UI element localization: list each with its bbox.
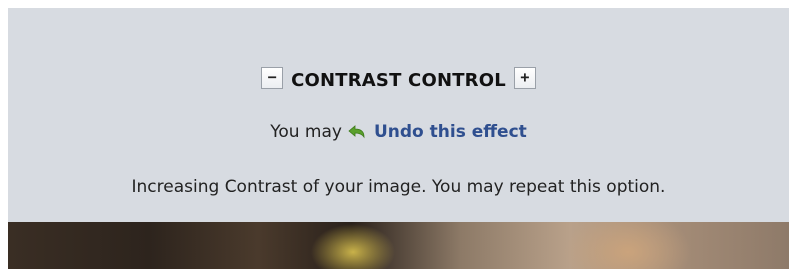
image-preview (8, 222, 789, 269)
decrease-contrast-button[interactable]: − (261, 66, 284, 89)
undo-arrow-icon[interactable] (348, 124, 368, 140)
undo-row: You may Undo this effect (8, 122, 789, 142)
undo-prefix-text: You may (270, 122, 342, 142)
increase-contrast-button[interactable]: + (513, 66, 536, 89)
contrast-info-text: Increasing Contrast of your image. You m… (131, 177, 666, 197)
panel-title: CONTRAST CONTROL (291, 70, 506, 91)
undo-effect-link[interactable]: Undo this effect (374, 122, 527, 142)
contrast-control-header: − CONTRAST CONTROL + (8, 64, 789, 91)
contrast-control-panel: − CONTRAST CONTROL + You may Undo this e… (8, 8, 789, 222)
